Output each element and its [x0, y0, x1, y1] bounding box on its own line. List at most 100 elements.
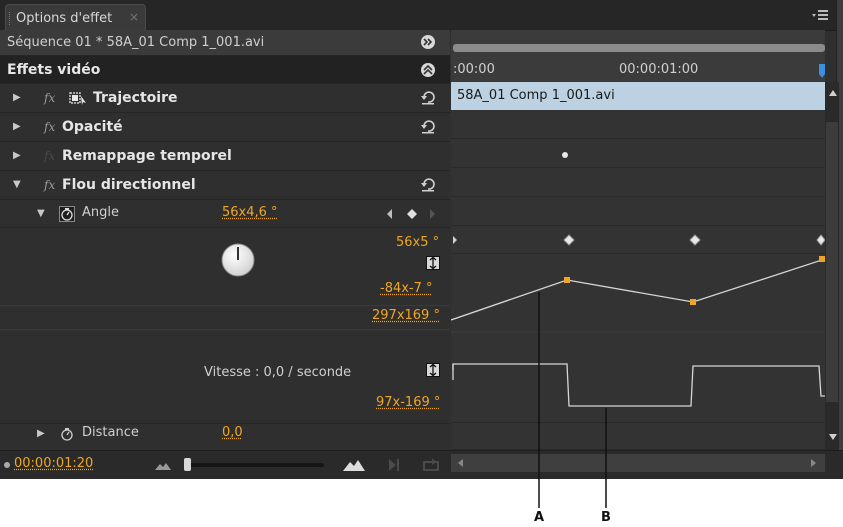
tab-label: Options d'effet: [16, 11, 113, 26]
value-keyframe: [564, 277, 570, 283]
fx-icon[interactable]: fx: [44, 91, 55, 105]
collapse-arrow-icon[interactable]: ▼: [37, 208, 45, 219]
fx-icon[interactable]: fx: [44, 178, 55, 192]
collapse-section-icon[interactable]: [420, 62, 436, 78]
work-area-bar[interactable]: [453, 44, 825, 52]
reset-icon[interactable]: [420, 118, 436, 134]
next-keyframe-icon: [430, 209, 435, 219]
time-indicator-dot: [4, 462, 10, 468]
angle-max-value: 56x5 °: [396, 235, 440, 250]
scroll-up-icon[interactable]: [828, 88, 838, 98]
effect-controls-panel: Options d'effet × Séquence 01 * 58A_01 C…: [0, 0, 843, 479]
close-icon[interactable]: ×: [129, 10, 139, 24]
effect-row-directional-blur[interactable]: ▼ fx Flou directionnel: [0, 171, 450, 200]
timeline-row-angle: [451, 226, 825, 254]
video-effects-header: Effets vidéo: [0, 56, 450, 84]
add-keyframe-icon: [407, 209, 417, 219]
zoom-slider-track[interactable]: [184, 463, 324, 467]
playhead-icon[interactable]: [817, 64, 825, 82]
effect-name: Opacité: [62, 119, 123, 135]
effect-row-opacity[interactable]: ▶ fx Opacité: [0, 113, 450, 142]
timeline-row-directional-blur: [451, 197, 825, 226]
expand-arrow-icon[interactable]: ▶: [13, 92, 21, 103]
zoom-in-icon[interactable]: [342, 456, 366, 472]
keyframe-marker: [453, 236, 457, 244]
angle-value[interactable]: 56x4,6 °: [222, 205, 278, 220]
keyframe-marker: [816, 234, 825, 246]
timeline-row-time-remap: [451, 168, 825, 197]
collapse-timeline-icon[interactable]: [420, 34, 436, 50]
graph-divider: [0, 305, 450, 306]
effects-list-pane: Séquence 01 * 58A_01 Comp 1_001.avi Effe…: [0, 30, 450, 478]
reset-icon[interactable]: [420, 176, 436, 192]
effect-name: Flou directionnel: [62, 177, 196, 193]
angle-min-value: -84x-7 °: [380, 281, 433, 296]
angle-velocity-graph[interactable]: [451, 360, 825, 424]
distance-value[interactable]: 0,0: [222, 425, 243, 440]
keyframe-navigator[interactable]: [384, 207, 440, 221]
keyframe-marker: [689, 234, 701, 246]
effect-name: Remappage temporel: [62, 148, 232, 164]
keyframe-timeline[interactable]: :00:00 00:00:01:00 58A_01 Comp 1_001.avi: [451, 30, 825, 478]
panel-titlebar: Options d'effet ×: [0, 0, 843, 31]
effect-row-time-remap[interactable]: ▶ fx Remappage temporel: [0, 142, 450, 171]
property-row-distance: ▶ Distance 0,0: [0, 418, 450, 450]
reset-icon[interactable]: [420, 89, 436, 105]
keyframe-marker: [563, 234, 575, 246]
tab-effect-options[interactable]: Options d'effet ×: [5, 4, 146, 30]
fx-icon: fx: [44, 149, 56, 163]
ruler-start-time: :00:00: [453, 62, 495, 77]
effect-name: Trajectoire: [93, 90, 178, 106]
expand-arrow-icon[interactable]: ▶: [13, 150, 21, 161]
scroll-left-icon[interactable]: [457, 458, 465, 468]
section-title: Effets vidéo: [7, 62, 101, 78]
clip-bar[interactable]: 58A_01 Comp 1_001.avi: [451, 82, 825, 110]
time-ruler[interactable]: :00:00 00:00:01:00: [451, 30, 825, 82]
collapse-arrow-icon[interactable]: ▼: [13, 179, 21, 190]
clip-name: 58A_01 Comp 1_001.avi: [457, 88, 615, 103]
expand-arrow-icon[interactable]: ▶: [13, 121, 21, 132]
zoom-out-icon[interactable]: [154, 459, 172, 471]
property-label: Distance: [82, 425, 139, 440]
vertical-scroll-thumb[interactable]: [826, 122, 838, 402]
stopwatch-icon[interactable]: [59, 206, 75, 222]
angle-value-graph[interactable]: [451, 254, 825, 364]
expand-arrow-icon[interactable]: ▶: [37, 428, 45, 439]
zoom-slider-thumb[interactable]: [184, 458, 191, 471]
prev-keyframe-icon: [387, 209, 392, 219]
property-label: Angle: [82, 205, 119, 220]
effect-row-trajectory[interactable]: ▶ fx Trajectoire: [0, 84, 450, 113]
speed-max-value: 297x169 °: [372, 308, 440, 323]
stopwatch-icon[interactable]: [59, 426, 75, 442]
fx-icon[interactable]: fx: [44, 120, 55, 134]
graph-fit-icon[interactable]: [426, 256, 440, 270]
angle-dial[interactable]: [220, 242, 256, 278]
timeline-row-opacity: [451, 139, 825, 168]
vertical-scrollbar[interactable]: [825, 82, 839, 450]
velocity-graph-labels: Vitesse : 0,0 / seconde 97x-169 °: [0, 330, 450, 424]
transform-icon[interactable]: [68, 91, 88, 107]
angle-value-graph-labels: 56x5 ° -84x-7 ° 297x169 °: [0, 228, 450, 330]
scroll-down-icon[interactable]: [828, 432, 838, 442]
sequence-row: Séquence 01 * 58A_01 Comp 1_001.avi: [0, 30, 450, 56]
ruler-mid-time: 00:00:01:00: [619, 62, 699, 77]
graph-fit-icon[interactable]: [426, 363, 440, 377]
value-keyframe: [690, 299, 696, 305]
loop-icon: [423, 458, 439, 471]
speed-readout: Vitesse : 0,0 / seconde: [204, 365, 352, 380]
callout-label-a: A: [534, 510, 545, 525]
speed-min-value: 97x-169 °: [376, 395, 441, 410]
timeline-row-distance: [451, 422, 825, 450]
opacity-keyframe[interactable]: [562, 152, 568, 158]
callout-label-b: B: [601, 510, 611, 525]
play-audio-icon: [389, 459, 399, 471]
tab-grip[interactable]: [9, 12, 13, 25]
sequence-name: Séquence 01 * 58A_01 Comp 1_001.avi: [7, 35, 265, 50]
property-row-angle: ▼ Angle 56x4,6 °: [0, 200, 450, 228]
horizontal-scrollbar[interactable]: [451, 454, 825, 472]
timeline-row-trajectory: [451, 110, 825, 139]
panel-menu-icon[interactable]: [811, 8, 829, 22]
angle-keyframes[interactable]: [451, 233, 825, 247]
current-time[interactable]: 00:00:01:20: [14, 456, 93, 471]
scroll-right-icon[interactable]: [809, 458, 817, 468]
